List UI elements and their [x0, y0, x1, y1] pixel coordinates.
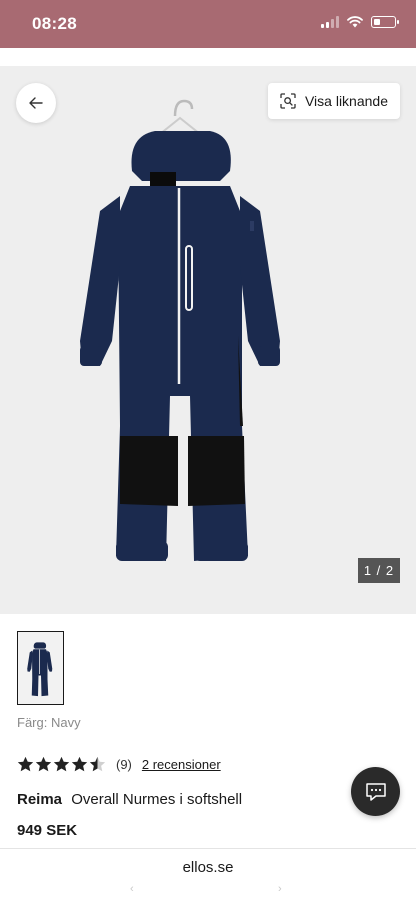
color-info: Färg: Navy — [17, 715, 81, 730]
browser-back-icon[interactable]: ‹ — [130, 883, 134, 895]
status-icons — [321, 16, 399, 28]
product-title: Reima Overall Nurmes i softshell — [17, 791, 242, 808]
product-gallery[interactable]: Visa liknande 1 / 2 — [0, 66, 416, 614]
product-image[interactable] — [70, 96, 310, 576]
chat-button[interactable] — [351, 767, 400, 816]
visual-search-icon — [280, 93, 296, 109]
chat-bubble-icon — [365, 782, 386, 801]
arrow-left-icon — [29, 97, 43, 109]
visa-liknande-button[interactable]: Visa liknande — [267, 83, 400, 119]
rating-count: (9) — [116, 756, 132, 772]
star-icon — [17, 756, 34, 772]
wifi-icon — [347, 16, 363, 28]
battery-level — [373, 18, 381, 25]
status-bar: 08:28 — [0, 0, 416, 48]
product-price: 949 SEK — [17, 822, 78, 839]
star-icon — [71, 756, 88, 772]
star-icon — [35, 756, 52, 772]
rating-row: (9) 2 recensioner — [17, 756, 221, 772]
status-time: 08:28 — [32, 14, 77, 33]
battery-icon — [371, 16, 399, 28]
visa-liknande-label: Visa liknande — [304, 93, 388, 109]
product-thumbnail[interactable] — [17, 631, 64, 705]
back-button[interactable] — [16, 83, 56, 123]
star-icon — [89, 756, 106, 772]
rating-stars — [17, 756, 106, 772]
browser-address-bar[interactable]: ellos.se ‹ › — [0, 848, 416, 900]
color-label: Färg: — [17, 715, 48, 730]
product-brand: Reima — [17, 791, 63, 808]
cellular-signal-icon — [321, 16, 339, 28]
star-icon — [53, 756, 70, 772]
thumbnail-image — [26, 642, 52, 697]
browser-forward-icon[interactable]: › — [278, 883, 282, 895]
reviews-link[interactable]: 2 recensioner — [142, 757, 221, 772]
url-text[interactable]: ellos.se — [0, 859, 416, 876]
image-pager: 1 / 2 — [358, 558, 400, 583]
color-value: Navy — [50, 715, 81, 730]
product-name: Overall Nurmes i softshell — [71, 791, 243, 808]
